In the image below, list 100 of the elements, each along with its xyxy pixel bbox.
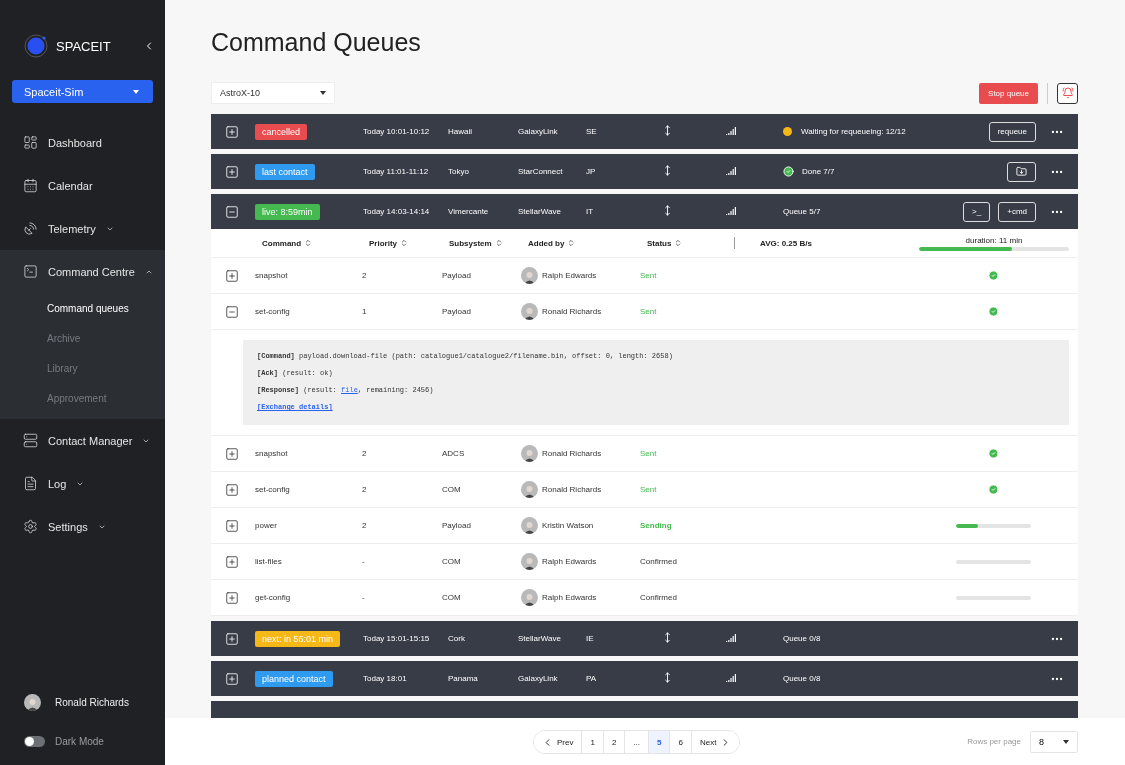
document-icon	[23, 476, 38, 491]
stop-queue-button[interactable]: Stop queue	[979, 82, 1038, 104]
queue-status: Queue 5/7	[783, 207, 821, 216]
subsystem-cell-text: Payload	[442, 307, 472, 316]
check-icon	[987, 448, 999, 459]
avatar	[521, 267, 538, 284]
queue-row[interactable]: live: 8:59min Today 14:03-14:14 Vimercante StellarWave IT Queue 5/7 >_ +cmd	[211, 194, 1078, 229]
subsystem-cell-text: Payload	[442, 521, 472, 530]
sort-icon[interactable]	[567, 239, 576, 247]
avatar	[521, 517, 538, 534]
user-name: Ronald Richards	[542, 449, 602, 458]
queue-row[interactable]: planned contact Today 18:01 Panama GalaxyLink PA Queue 0/8	[211, 661, 1078, 696]
download-button[interactable]	[1007, 161, 1036, 182]
nav-item[interactable]: Telemetry	[0, 207, 165, 250]
subsystem-cell-text: COM	[442, 485, 462, 494]
sort-icon[interactable]	[674, 239, 683, 247]
rows-per-page-select[interactable]: 8	[1030, 730, 1078, 753]
priority-cell-text: 2	[362, 271, 368, 280]
user-name: Ralph Edwards	[542, 593, 597, 602]
subsystem-cell-text: ADCS	[442, 449, 466, 458]
page-button[interactable]: 5	[648, 731, 670, 753]
status-cell-text: Sent	[640, 485, 658, 494]
command-cell-text: get-config	[255, 593, 292, 602]
satellite-select[interactable]: AstroX-10	[211, 82, 335, 104]
time-text: Today 18:01	[363, 674, 408, 683]
nav-item[interactable]: Calendar	[0, 164, 165, 207]
network-text: GalaxyLink	[518, 127, 559, 136]
sort-icon[interactable]	[304, 239, 313, 247]
signal-icon	[726, 206, 737, 215]
caret-icon	[1063, 739, 1069, 744]
expand-button[interactable]	[225, 518, 239, 533]
country-text: JP	[586, 167, 597, 176]
sort-icon[interactable]	[400, 239, 408, 247]
column-header[interactable]: Subsystem	[449, 238, 492, 248]
status-cell-text: Confirmed	[640, 593, 678, 602]
queue-action-button[interactable]: requeue	[988, 121, 1036, 142]
avatar	[521, 445, 538, 462]
next-button[interactable]: Next	[690, 731, 740, 753]
queue-row[interactable]: last contact Today 11:01-11:12 Tokyo StarConnect JP Done 7/7	[211, 154, 1078, 189]
sort-icon[interactable]	[494, 239, 503, 247]
status-tag: planned contact	[255, 670, 333, 687]
nav-item[interactable]: Settings	[0, 505, 165, 548]
queue-action-button[interactable]: >_	[963, 201, 991, 222]
up-down-arrow-icon	[662, 632, 673, 643]
server-icon	[23, 433, 38, 448]
user-name: Ronald Richards	[55, 696, 129, 708]
expand-button[interactable]	[225, 554, 239, 569]
expand-button[interactable]	[225, 446, 239, 461]
nav-item[interactable]: Dashboard	[0, 121, 165, 164]
notification-button[interactable]	[1057, 82, 1078, 104]
expand-button[interactable]	[225, 590, 239, 605]
country-text: IT	[586, 207, 595, 216]
duration-text: duration: 11 min	[965, 235, 1023, 245]
dark-mode-label: Dark Mode	[55, 736, 104, 747]
expand-button[interactable]	[225, 482, 239, 497]
expand-button[interactable]	[225, 268, 239, 283]
up-down-arrow-icon	[662, 165, 673, 176]
queue-status: Queue 0/8	[783, 634, 821, 643]
priority-cell-text: 2	[362, 449, 368, 458]
status-tag: live: 8:59min	[255, 203, 320, 220]
nav-item[interactable]: Contact Manager	[0, 419, 165, 462]
check-icon	[987, 484, 999, 495]
queue-row[interactable]: next: in 56:01 min Today 15:01-15:15 Cork StellarWave IE Queue 0/8	[211, 621, 1078, 656]
network-text: StellarWave	[518, 207, 562, 216]
dashboard-icon	[23, 135, 38, 150]
column-header[interactable]: Added by	[528, 238, 565, 248]
avatar	[521, 553, 538, 570]
dark-mode-toggle[interactable]	[24, 736, 45, 747]
bell-icon	[1061, 87, 1074, 99]
signal-icon	[726, 673, 737, 682]
up-down-arrow-icon	[662, 125, 673, 136]
column-header[interactable]: Status	[647, 238, 672, 248]
location-text: Panama	[448, 674, 479, 683]
queue-row[interactable]: cancelled Today 10:01-10:12 Hawaii GalaxyLink SE Waiting for requeueing: 12/12 requeue	[211, 114, 1078, 149]
user-name: Kristin Watson	[542, 521, 594, 530]
priority-cell-text: 2	[362, 521, 368, 530]
collapse-button[interactable]	[225, 304, 239, 319]
priority-cell-text: 1	[362, 307, 368, 316]
nav-item[interactable]: Log	[0, 462, 165, 505]
queue-action-button[interactable]: +cmd	[998, 201, 1036, 222]
location-text: Cork	[448, 634, 466, 643]
network-text: StellarWave	[518, 634, 562, 643]
subsystem-cell-text: Payload	[442, 271, 472, 280]
caret-icon	[320, 91, 326, 95]
terminal-icon	[23, 264, 38, 279]
nav-item[interactable]: Command Centre	[0, 250, 165, 293]
subsystem-cell-text: COM	[442, 593, 462, 602]
avatar	[521, 481, 538, 498]
satellite-dish-icon	[23, 221, 38, 236]
time-text: Today 15:01-15:15	[363, 634, 431, 643]
workspace-dropdown[interactable]: Spaceit-Sim	[12, 80, 153, 103]
column-header[interactable]: Command	[262, 238, 302, 248]
column-header[interactable]: Priority	[369, 238, 397, 248]
country-text: PA	[586, 674, 598, 683]
status-cell-text: Sending	[640, 521, 673, 530]
avatar	[24, 693, 41, 711]
nav-subitem[interactable]: Command queues	[0, 293, 165, 323]
queue-status: Done 7/7	[802, 167, 835, 176]
user-name: Ralph Edwards	[542, 271, 597, 280]
rows-per-page-label: Rows per page	[967, 737, 1021, 746]
